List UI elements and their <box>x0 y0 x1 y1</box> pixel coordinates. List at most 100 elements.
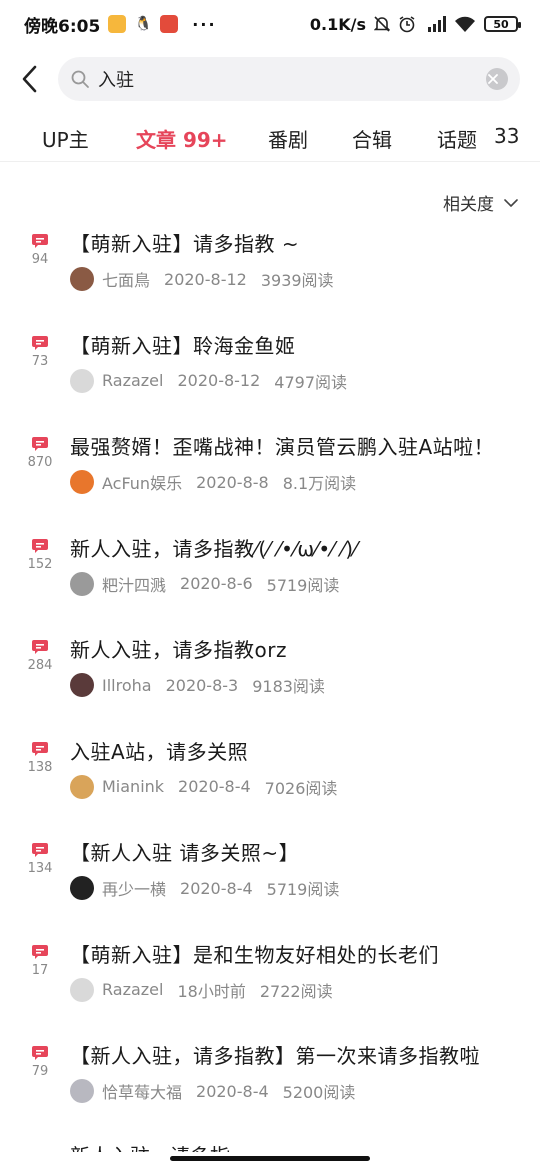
article-item[interactable]: 94 【萌新入驻】请多指教 ~ 七面鳥 2020-8-12 3939阅读 <box>0 220 540 322</box>
tab-up[interactable]: UP主 <box>42 124 89 153</box>
avatar[interactable] <box>70 1079 94 1103</box>
article-title[interactable]: 【新人入驻 请多关照~】 <box>70 837 299 866</box>
article-title[interactable]: 新人入驻，请多指教orz <box>70 634 287 663</box>
home-indicator[interactable] <box>170 1156 370 1161</box>
tab-bangumi[interactable]: 番剧 <box>268 124 308 153</box>
author-name[interactable]: 七面鳥 <box>102 267 150 291</box>
article-item[interactable]: 152 新人入驻，请多指教⁄(⁄ ⁄•⁄ω⁄•⁄ ⁄)⁄ 粑汁四溅 2020-8… <box>0 525 540 627</box>
status-right: 0.1K/s 50 <box>310 15 521 34</box>
comment-icon <box>32 843 48 857</box>
more-notifications-icon: ··· <box>192 14 217 34</box>
partially-visible-item: 新人入驻，请多指 <box>70 1140 230 1152</box>
author-name[interactable]: Illroha <box>102 676 152 695</box>
article-title[interactable]: 入驻A站，请多关照 <box>70 736 248 765</box>
comment-icon <box>32 741 48 756</box>
article-meta: 粑汁四溅 2020-8-6 5719阅读 <box>70 571 339 597</box>
search-header: 入驻 <box>0 56 540 102</box>
article-title[interactable]: 最强赘婿！歪嘴战神！演员管云鹏入驻A站啦！ <box>70 431 494 460</box>
clear-search-button[interactable] <box>486 68 508 90</box>
avatar[interactable] <box>70 267 94 291</box>
comment-count: 152 <box>27 556 53 572</box>
article-item[interactable]: 284 新人入驻，请多指教orz Illroha 2020-8-3 9183阅读 <box>0 626 540 728</box>
article-item[interactable]: 17 【萌新入驻】是和生物友好相处的长老们 Razazel 18小时前 2722… <box>0 931 540 1033</box>
avatar[interactable] <box>70 876 94 900</box>
read-count: 9183阅读 <box>252 677 325 696</box>
article-item[interactable]: 73 【萌新入驻】聆海金鱼姬 Razazel 2020-8-12 4797阅读 <box>0 322 540 424</box>
read-count: 8.1万阅读 <box>282 474 357 493</box>
author-name[interactable]: Razazel <box>102 980 163 999</box>
comment-block: 94 <box>22 234 58 267</box>
read-count: 3939阅读 <box>260 271 334 290</box>
search-box[interactable]: 入驻 <box>58 57 520 101</box>
tab-topics-count: 33 <box>494 124 520 148</box>
comment-icon <box>32 640 48 654</box>
battery-icon: 50 <box>484 16 521 32</box>
article-title[interactable]: 【萌新入驻】聆海金鱼姬 <box>70 330 296 359</box>
comment-count: 17 <box>31 962 49 978</box>
comment-count: 138 <box>27 759 53 775</box>
author-name[interactable]: 再少一横 <box>102 876 166 900</box>
avatar[interactable] <box>70 977 94 1002</box>
game-app-icon <box>160 15 179 33</box>
author-name[interactable]: 恰草莓大福 <box>102 1079 182 1103</box>
search-icon <box>71 70 89 88</box>
author-name[interactable]: Razazel <box>102 371 163 390</box>
article-item[interactable]: 79 【新人入驻，请多指教】第一次来请多指教啦 恰草莓大福 2020-8-4 5… <box>0 1032 540 1134</box>
comment-block: 870 <box>22 437 58 470</box>
tab-articles[interactable]: 文章 99+ <box>136 124 228 153</box>
comment-icon <box>32 1046 48 1060</box>
tab-topics[interactable]: 话题 <box>437 124 477 153</box>
comment-count: 79 <box>31 1064 49 1079</box>
comment-block: 134 <box>22 843 58 876</box>
article-item[interactable]: 138 入驻A站，请多关照 Mianink 2020-8-4 7026阅读 <box>0 728 540 830</box>
wifi-icon <box>455 16 475 32</box>
publish-date: 2020-8-4 <box>196 1081 269 1101</box>
read-count: 4797阅读 <box>274 372 348 392</box>
avatar[interactable] <box>70 774 94 799</box>
publish-date: 2020-8-4 <box>178 777 251 796</box>
avatar[interactable] <box>70 470 94 494</box>
article-title[interactable]: 新人入驻，请多指教⁄(⁄ ⁄•⁄ω⁄•⁄ ⁄)⁄ <box>70 533 357 562</box>
article-meta: 再少一横 2020-8-4 5719阅读 <box>70 875 339 901</box>
read-count: 5200阅读 <box>282 1083 356 1102</box>
comment-block: 152 <box>22 538 58 572</box>
comment-block: 17 <box>22 944 58 978</box>
mute-bell-icon <box>374 16 390 32</box>
read-count: 2722阅读 <box>259 981 333 1001</box>
qq-penguin-icon: 🐧 <box>134 16 153 32</box>
comment-count: 134 <box>27 861 53 876</box>
comment-count: 73 <box>31 353 49 369</box>
article-meta: AcFun娱乐 2020-8-8 8.1万阅读 <box>70 469 356 495</box>
article-title[interactable]: 【萌新入驻】请多指教 ~ <box>70 228 299 257</box>
article-title[interactable]: 【萌新入驻】是和生物友好相处的长老们 <box>70 939 439 968</box>
tab-collections[interactable]: 合辑 <box>352 124 392 153</box>
publish-date: 2020-8-12 <box>177 371 261 390</box>
article-item[interactable]: 134 【新人入驻 请多关照~】 再少一横 2020-8-4 5719阅读 <box>0 829 540 931</box>
article-title[interactable]: 【新人入驻，请多指教】第一次来请多指教啦 <box>70 1040 480 1069</box>
publish-date: 2020-8-8 <box>196 472 269 492</box>
publish-date: 2020-8-4 <box>180 878 253 898</box>
avatar[interactable] <box>70 571 94 596</box>
read-count: 5719阅读 <box>266 575 340 595</box>
avatar[interactable] <box>70 673 94 697</box>
search-input[interactable]: 入驻 <box>98 66 486 92</box>
comment-icon <box>32 437 48 451</box>
sort-dropdown[interactable]: 相关度 <box>443 190 518 215</box>
publish-date: 2020-8-6 <box>180 574 253 593</box>
notes-app-icon <box>108 15 127 33</box>
comment-icon <box>32 538 48 553</box>
article-item[interactable]: 870 最强赘婿！歪嘴战神！演员管云鹏入驻A站啦！ AcFun娱乐 2020-8… <box>0 423 540 525</box>
author-name[interactable]: 粑汁四溅 <box>102 572 166 596</box>
author-name[interactable]: Mianink <box>102 777 164 796</box>
status-time: 傍晚6:05 <box>24 16 101 37</box>
author-name[interactable]: AcFun娱乐 <box>102 470 182 494</box>
comment-block: 284 <box>22 640 58 673</box>
publish-date: 2020-8-12 <box>164 269 247 289</box>
publish-date: 2020-8-3 <box>165 675 239 695</box>
back-button[interactable] <box>0 56 58 102</box>
status-left: 傍晚6:05 🐧 ··· <box>24 12 217 37</box>
signal-hd-icon <box>428 16 446 32</box>
avatar[interactable] <box>70 368 94 393</box>
publish-date: 18小时前 <box>177 981 246 1001</box>
article-meta: Illroha 2020-8-3 9183阅读 <box>70 672 325 698</box>
